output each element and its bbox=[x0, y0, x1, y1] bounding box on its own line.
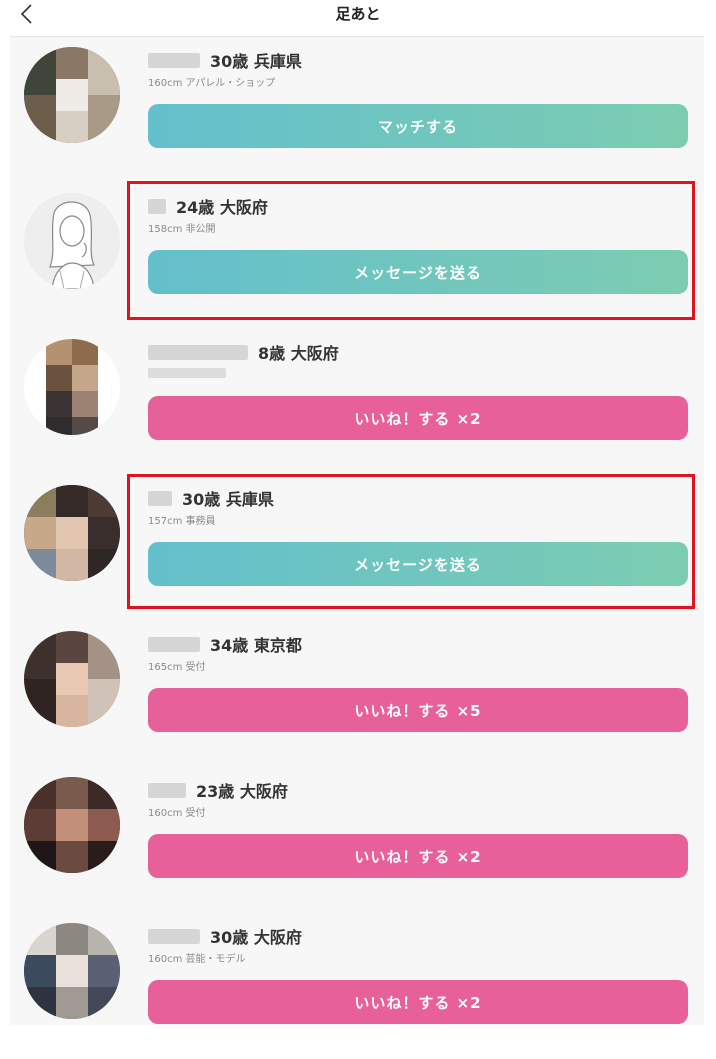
name-blur bbox=[148, 490, 172, 506]
list-item[interactable]: 34歳 東京都 165cm 受付 いいね！する ×5 bbox=[10, 621, 704, 767]
name-blur bbox=[148, 928, 200, 944]
age-prefecture: 30歳 兵庫県 bbox=[210, 52, 302, 71]
avatar[interactable] bbox=[24, 923, 120, 1019]
like-button[interactable]: いいね！する ×2 bbox=[148, 834, 688, 878]
name-blur bbox=[148, 198, 166, 214]
profile-detail: 160cm 芸能・モデル bbox=[148, 953, 246, 965]
footprint-list[interactable]: 30歳 兵庫県 160cm アパレル・ショップ マッチする 24歳 大阪府 15… bbox=[10, 36, 704, 1025]
list-item[interactable]: 30歳 兵庫県 160cm アパレル・ショップ マッチする bbox=[10, 37, 704, 183]
name-blur bbox=[148, 52, 200, 68]
profile-blur bbox=[148, 368, 226, 378]
age-prefecture: 30歳 兵庫県 bbox=[182, 490, 274, 509]
age-prefecture: 30歳 大阪府 bbox=[210, 928, 302, 947]
header-bar: 足あと bbox=[0, 0, 716, 30]
avatar[interactable] bbox=[24, 777, 120, 873]
send-message-button[interactable]: メッセージを送る bbox=[148, 250, 688, 294]
profile-detail: 157cm 事務員 bbox=[148, 515, 216, 527]
list-item[interactable]: 8歳 大阪府 いいね！する ×2 bbox=[10, 329, 704, 475]
avatar[interactable] bbox=[24, 193, 120, 289]
page-title: 足あと bbox=[335, 5, 381, 23]
name-blur bbox=[148, 636, 200, 652]
list-item[interactable]: 30歳 兵庫県 157cm 事務員 メッセージを送る bbox=[10, 475, 704, 621]
list-item[interactable]: 23歳 大阪府 160cm 受付 いいね！する ×2 bbox=[10, 767, 704, 913]
list-item[interactable]: 30歳 大阪府 160cm 芸能・モデル いいね！する ×2 bbox=[10, 913, 704, 1059]
avatar[interactable] bbox=[24, 339, 120, 435]
avatar[interactable] bbox=[24, 47, 120, 143]
like-button[interactable]: いいね！する ×2 bbox=[148, 980, 688, 1024]
profile-detail: 158cm 非公開 bbox=[148, 223, 216, 235]
like-button[interactable]: いいね！する ×2 bbox=[148, 396, 688, 440]
age-prefecture: 23歳 大阪府 bbox=[196, 782, 288, 801]
age-prefecture: 8歳 大阪府 bbox=[258, 344, 339, 363]
profile-detail: 165cm 受付 bbox=[148, 661, 206, 673]
profile-detail: 160cm 受付 bbox=[148, 807, 206, 819]
send-message-button[interactable]: メッセージを送る bbox=[148, 542, 688, 586]
name-blur bbox=[148, 344, 248, 360]
profile-detail: 160cm アパレル・ショップ bbox=[148, 77, 276, 89]
age-prefecture: 34歳 東京都 bbox=[210, 636, 302, 655]
age-prefecture: 24歳 大阪府 bbox=[176, 198, 268, 217]
avatar[interactable] bbox=[24, 631, 120, 727]
match-button[interactable]: マッチする bbox=[148, 104, 688, 148]
avatar[interactable] bbox=[24, 485, 120, 581]
list-item[interactable]: 24歳 大阪府 158cm 非公開 メッセージを送る bbox=[10, 183, 704, 329]
name-blur bbox=[148, 782, 186, 798]
profile-detail bbox=[148, 366, 226, 380]
like-button[interactable]: いいね！する ×5 bbox=[148, 688, 688, 732]
